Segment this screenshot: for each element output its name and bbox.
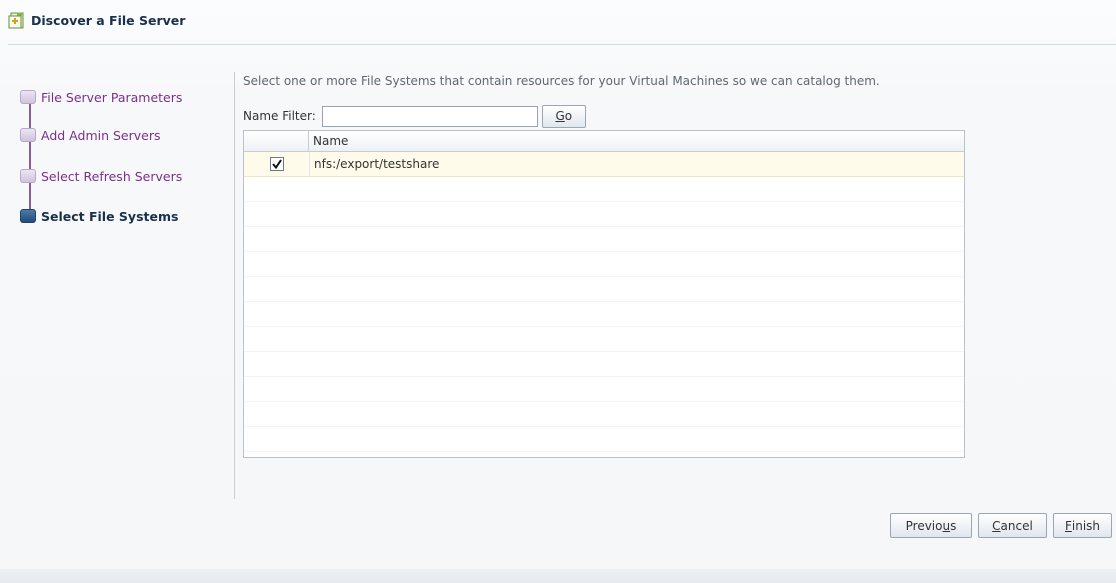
empty-row: [244, 277, 964, 302]
step-label: Select Refresh Servers: [41, 168, 183, 184]
empty-row: [244, 227, 964, 252]
name-column-header[interactable]: Name: [309, 131, 348, 151]
empty-row: [244, 352, 964, 377]
dialog-footer-bar: [0, 569, 1116, 583]
cancel-mnemonic: C: [992, 518, 1001, 533]
dialog-title: Discover a File Server: [31, 12, 186, 28]
checkmark-icon: [271, 159, 282, 169]
dialog-titlebar: Discover a File Server: [8, 9, 185, 31]
train-step-select-file-systems: Select File Systems: [20, 206, 178, 226]
name-filter-label: Name Filter:: [243, 109, 316, 123]
name-filter-input[interactable]: [321, 105, 538, 127]
finish-button[interactable]: Finish: [1053, 513, 1112, 538]
previous-mnemonic: u: [942, 518, 951, 533]
select-column-header: [244, 131, 309, 151]
step-label: Add Admin Servers: [41, 127, 161, 143]
empty-row: [244, 252, 964, 277]
row-name: nfs:/export/testshare: [314, 157, 440, 171]
empty-row: [244, 402, 964, 427]
train-step-select-refresh-servers[interactable]: Select Refresh Servers: [20, 166, 182, 186]
empty-row: [244, 377, 964, 402]
name-filter-row: Name Filter: Go: [243, 104, 586, 128]
step-label: Select File Systems: [41, 208, 179, 224]
finish-label-post: inish: [1071, 518, 1101, 533]
step-visited-icon: [20, 90, 36, 104]
go-mnemonic: G: [555, 109, 565, 123]
cancel-button[interactable]: Cancel: [978, 513, 1047, 538]
table-row[interactable]: nfs:/export/testshare: [244, 152, 964, 177]
step-label: File Server Parameters: [41, 89, 183, 105]
vertical-divider: [234, 72, 235, 499]
title-divider: [8, 44, 1116, 45]
discover-file-server-dialog: Discover a File Server File Server Param…: [0, 0, 1116, 583]
train-connector-line: [29, 96, 31, 216]
row-checkbox[interactable]: [269, 157, 284, 171]
go-label-rest: o: [564, 109, 573, 123]
empty-row: [244, 202, 964, 227]
step-visited-icon: [20, 169, 36, 183]
empty-row: [244, 427, 964, 452]
wizard-buttons: Previo u s Cancel Finish: [884, 513, 1112, 538]
step-visited-icon: [20, 128, 36, 142]
table-header: Name: [244, 131, 964, 152]
wizard-train: File Server Parameters Add Admin Servers…: [20, 84, 230, 234]
train-step-file-server-parameters[interactable]: File Server Parameters: [20, 87, 182, 107]
empty-row: [244, 302, 964, 327]
go-button[interactable]: Go: [541, 104, 586, 128]
empty-row: [244, 177, 964, 202]
select-cell: [244, 152, 310, 176]
train-step-add-admin-servers[interactable]: Add Admin Servers: [20, 125, 161, 145]
previous-label-post: s: [950, 518, 957, 533]
cancel-label-post: ancel: [1000, 518, 1033, 533]
empty-row: [244, 327, 964, 352]
instruction-text: Select one or more File Systems that con…: [243, 74, 880, 88]
file-server-wizard-icon: [8, 12, 26, 29]
previous-label-pre: Previo: [905, 518, 943, 533]
finish-mnemonic: F: [1064, 518, 1072, 533]
previous-button[interactable]: Previo u s: [890, 513, 972, 538]
file-systems-table: Name nfs:/export/testshare: [243, 130, 965, 458]
step-current-icon: [20, 209, 36, 223]
